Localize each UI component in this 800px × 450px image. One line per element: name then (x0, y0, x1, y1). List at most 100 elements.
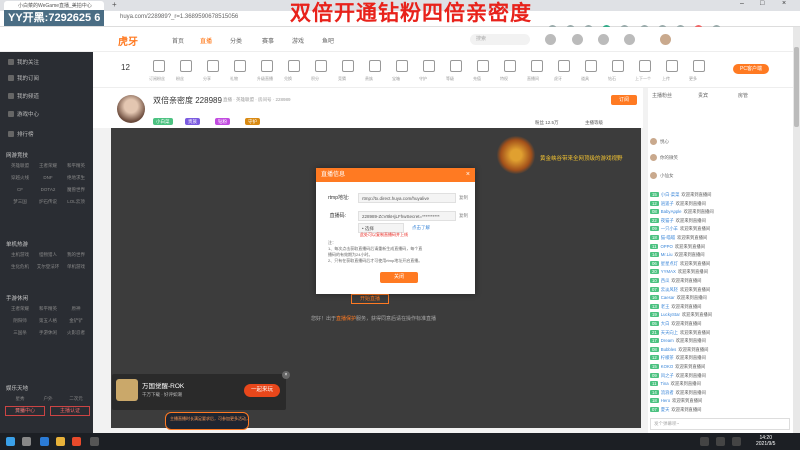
sidebar-item[interactable]: 游戏中心 (8, 110, 39, 118)
sidebar-link[interactable]: 我的世界 (62, 249, 90, 261)
gift-icon[interactable] (612, 60, 624, 72)
sidebar-link[interactable]: DNF (34, 172, 62, 184)
sidebar-link[interactable]: DOTA2 (34, 184, 62, 196)
stream-key-field[interactable]: 228989-ZcV8kHjLFhwSecret=********** (358, 211, 456, 221)
chat-nickname[interactable]: 西瓜 (661, 278, 670, 283)
gift-icon[interactable] (666, 60, 678, 72)
message-icon[interactable] (624, 34, 635, 45)
chat-input[interactable]: 发个弹幕呗~ (650, 418, 790, 430)
chat-nickname[interactable]: 云淡风轻 (661, 287, 678, 292)
chat-nickname[interactable]: YYMAX (661, 269, 676, 274)
nav-item[interactable]: 直播 (200, 36, 212, 45)
chat-nickname[interactable]: 大白 (661, 321, 670, 326)
minimize-icon[interactable]: – (740, 0, 744, 7)
gift-icon[interactable] (369, 60, 381, 72)
chat-nickname[interactable]: 天天向上 (661, 330, 678, 335)
sidebar-item[interactable]: 我的频道 (8, 92, 39, 100)
play-game-button[interactable]: 一起来玩 (244, 384, 280, 397)
scroll-thumb[interactable] (794, 47, 799, 127)
volume-icon[interactable] (732, 437, 741, 446)
nav-item[interactable]: 分类 (230, 36, 242, 45)
gift-icon[interactable] (342, 60, 354, 72)
gift-icon[interactable] (504, 60, 516, 72)
start-live-button[interactable]: 开始直播 (351, 294, 389, 304)
sidebar-link[interactable]: 手游休闲 (34, 327, 62, 339)
chat-tab[interactable]: 主播粉丝 (652, 92, 672, 99)
search-input[interactable]: 搜索 (470, 34, 530, 45)
anchor-cert-button[interactable]: 主播认证 (50, 406, 90, 416)
maximize-icon[interactable]: □ (760, 0, 764, 7)
chat-nickname[interactable]: Mr.Liu (661, 252, 673, 257)
sidebar-item[interactable]: 排行榜 (8, 130, 34, 138)
chat-nickname[interactable]: 柠檬茶 (661, 355, 674, 360)
search-icon[interactable] (22, 437, 31, 446)
gift-icon[interactable] (423, 60, 435, 72)
chat-nickname[interactable]: LuckyStar (661, 312, 680, 317)
gift-icon[interactable] (396, 60, 408, 72)
close-icon[interactable]: × (282, 371, 290, 379)
sidebar-link[interactable]: 王者荣耀 (6, 303, 34, 315)
chat-tab[interactable]: 房管 (738, 92, 748, 99)
nav-item[interactable]: 首页 (172, 36, 184, 45)
copy-rtmp-button[interactable]: 复制 (459, 195, 468, 201)
sidebar-link[interactable]: 主机游戏 (6, 249, 34, 261)
sidebar-link[interactable]: 星秀 (6, 393, 34, 405)
sidebar-link[interactable]: LOL云顶 (62, 196, 90, 208)
search-icon[interactable] (545, 34, 556, 45)
nav-item[interactable]: 鱼吧 (322, 36, 334, 45)
copy-key-button[interactable]: 复制 (459, 213, 468, 219)
sidebar-link[interactable]: 户外 (34, 393, 62, 405)
sidebar-link[interactable]: 穿越火线 (6, 172, 34, 184)
sidebar-link[interactable]: 火影忍者 (62, 327, 90, 339)
sidebar-link[interactable]: CF (6, 184, 34, 196)
user-avatar[interactable] (660, 34, 671, 45)
chat-nickname[interactable]: 流浪者 (661, 390, 674, 395)
gift-icon[interactable] (288, 60, 300, 72)
gift-icon[interactable] (693, 60, 705, 72)
nav-item[interactable]: 赛事 (262, 36, 274, 45)
gift-icon[interactable] (450, 60, 462, 72)
chat-nickname[interactable]: 猫-喵喵 (661, 235, 675, 240)
follow-button[interactable]: 订阅 (611, 95, 637, 105)
sidebar-link[interactable]: 魔兽世界 (62, 184, 90, 196)
gift-icon[interactable] (261, 60, 273, 72)
sidebar-link[interactable]: 和平精英 (34, 303, 62, 315)
start-icon[interactable] (6, 437, 15, 446)
sidebar-link[interactable]: 原神 (62, 303, 90, 315)
sidebar-link[interactable]: 单机游戏 (62, 261, 90, 273)
sidebar-link[interactable]: 生化危机 (6, 261, 34, 273)
start-stream-button[interactable]: 开播中心 (5, 406, 45, 416)
chat-nickname[interactable]: Dream (661, 338, 674, 343)
sidebar-link[interactable]: 梦三国 (6, 196, 34, 208)
chat-nickname[interactable]: OPPO (660, 244, 672, 249)
sidebar-item[interactable]: 我的关注 (8, 58, 39, 66)
rank-item[interactable]: 小仙女 (650, 172, 750, 181)
follow-icon[interactable] (598, 34, 609, 45)
sidebar-item[interactable]: 我的订阅 (8, 74, 39, 82)
chat-nickname[interactable]: 风之子 (661, 373, 674, 378)
network-icon[interactable] (716, 437, 725, 446)
sidebar-link[interactable]: 二次元 (62, 393, 90, 405)
tray-icon[interactable] (700, 437, 709, 446)
gift-icon[interactable] (153, 60, 165, 72)
site-logo[interactable]: 虎牙 (118, 33, 138, 48)
rank-item[interactable]: 悦心 (650, 138, 750, 147)
gift-icon[interactable] (315, 60, 327, 72)
gift-icon[interactable] (180, 60, 192, 72)
sidebar-link[interactable]: 金铲铲 (62, 315, 90, 327)
nav-item[interactable]: 游戏 (292, 36, 304, 45)
sidebar-link[interactable]: 第五人格 (34, 315, 62, 327)
edge-icon[interactable] (40, 437, 49, 446)
chat-nickname[interactable]: 一只小羊 (661, 226, 678, 231)
chat-nickname[interactable]: Tina (660, 381, 668, 386)
new-tab-icon[interactable]: + (112, 0, 117, 9)
close-window-icon[interactable]: × (782, 0, 786, 7)
chat-nickname[interactable]: KOKO (661, 364, 673, 369)
rank-item[interactable]: 你的微笑 (650, 154, 750, 163)
close-icon[interactable]: × (466, 168, 470, 182)
chat-nickname[interactable]: 老王 (661, 304, 670, 309)
chat-nickname[interactable]: 逍遥子 (661, 201, 674, 206)
gift-icon[interactable] (531, 60, 543, 72)
chat-nickname[interactable]: 星星点灯 (661, 261, 678, 266)
sidebar-link[interactable]: 绝地求生 (62, 172, 90, 184)
